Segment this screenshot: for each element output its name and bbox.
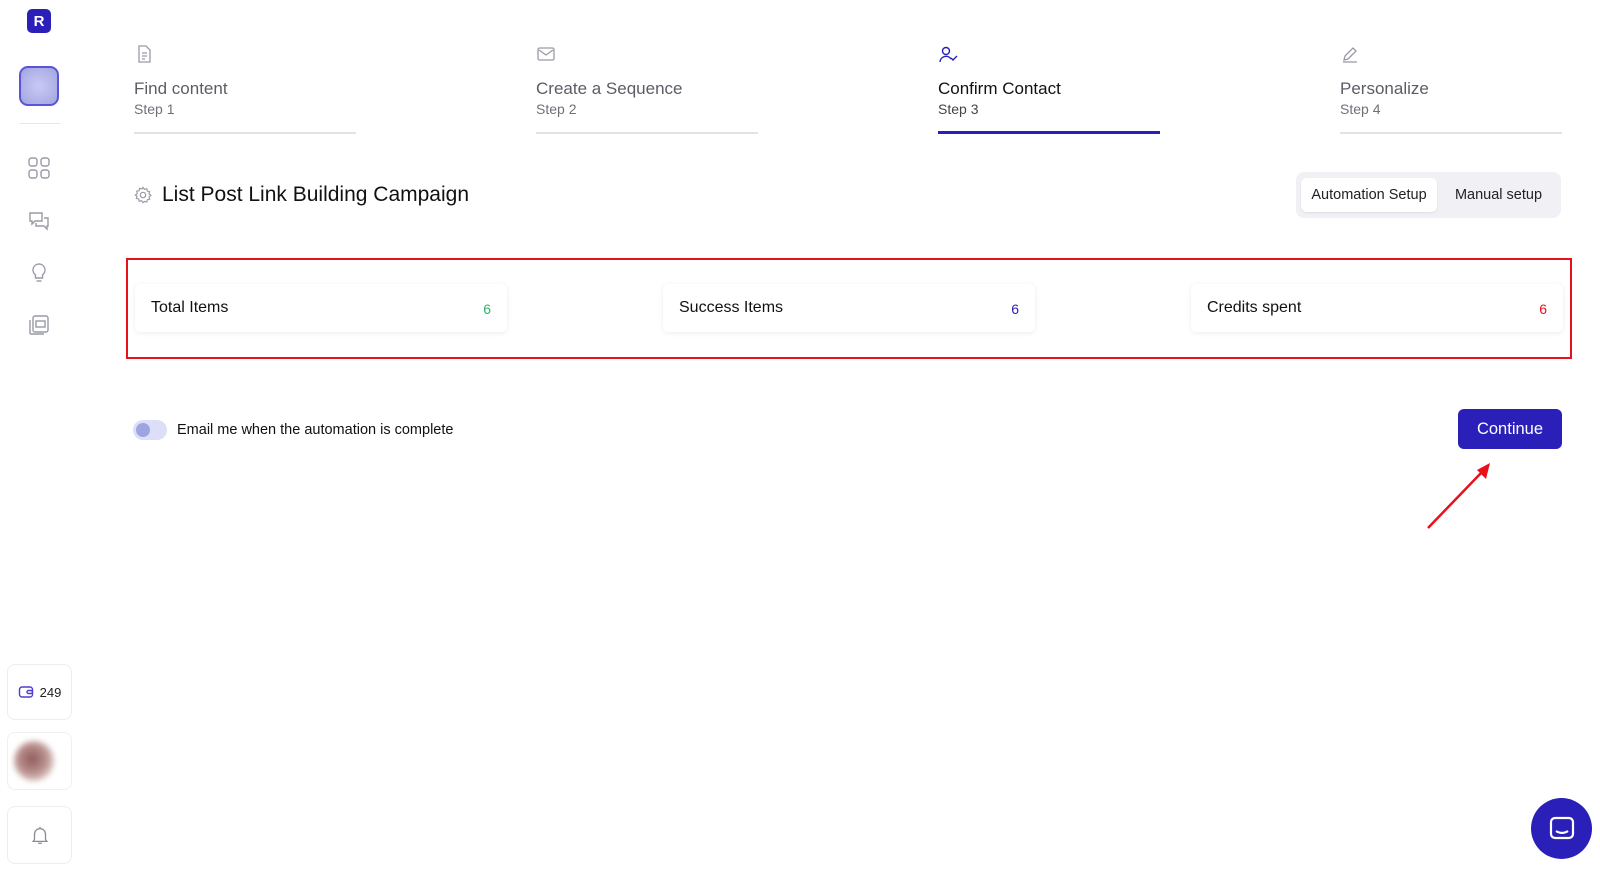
stat-label: Success Items bbox=[679, 299, 784, 316]
continue-button[interactable]: Continue bbox=[1458, 409, 1562, 449]
manual-setup-button[interactable]: Manual setup bbox=[1440, 178, 1557, 212]
user-check-icon bbox=[939, 46, 958, 63]
step-progress-bar bbox=[134, 132, 356, 134]
email-notification-label: Email me when the automation is complete bbox=[177, 422, 454, 438]
stat-card-total-items: Total Items 6 bbox=[135, 284, 507, 332]
notifications-button[interactable] bbox=[7, 806, 72, 864]
credits-balance[interactable]: 249 bbox=[7, 664, 72, 720]
bell-icon bbox=[31, 826, 48, 844]
grid-icon[interactable] bbox=[27, 156, 51, 180]
step-title: Create a Sequence bbox=[536, 79, 683, 98]
step-progress-bar bbox=[536, 132, 758, 134]
stat-value: 6 bbox=[1011, 301, 1019, 317]
step-confirm-contact[interactable]: Confirm Contact Step 3 bbox=[938, 42, 1160, 137]
chat-bubble-icon bbox=[1549, 816, 1574, 839]
workspace-avatar[interactable] bbox=[19, 66, 59, 106]
envelope-icon bbox=[537, 47, 555, 61]
step-title: Personalize bbox=[1340, 79, 1429, 98]
chat-icon[interactable] bbox=[27, 209, 51, 233]
logo-letter: R bbox=[33, 12, 45, 30]
automation-setup-button[interactable]: Automation Setup bbox=[1301, 178, 1437, 212]
email-notification-toggle[interactable] bbox=[133, 420, 167, 440]
document-icon bbox=[138, 45, 151, 63]
step-progress-bar bbox=[1340, 132, 1562, 134]
document-stack-icon[interactable] bbox=[27, 313, 51, 337]
stat-card-success-items: Success Items 6 bbox=[663, 284, 1035, 332]
credits-value: 249 bbox=[39, 684, 62, 700]
wallet-icon bbox=[18, 686, 33, 698]
step-subtitle: Step 3 bbox=[938, 101, 979, 117]
step-title: Confirm Contact bbox=[938, 79, 1061, 98]
step-subtitle: Step 2 bbox=[536, 101, 577, 117]
step-title: Find content bbox=[134, 79, 228, 98]
step-progress-bar bbox=[938, 131, 1160, 134]
step-subtitle: Step 1 bbox=[134, 101, 175, 117]
avatar bbox=[14, 741, 54, 781]
stat-card-credits-spent: Credits spent 6 bbox=[1191, 284, 1563, 332]
stat-value: 6 bbox=[483, 301, 491, 317]
pen-icon bbox=[1343, 47, 1357, 63]
toggle-knob bbox=[136, 423, 150, 437]
setup-mode-toggle: Automation Setup Manual setup bbox=[1296, 172, 1561, 218]
stat-label: Total Items bbox=[151, 299, 229, 316]
gear-icon[interactable] bbox=[134, 186, 152, 204]
page-title: List Post Link Building Campaign bbox=[162, 183, 470, 206]
annotation-arrow bbox=[1427, 463, 1490, 529]
lightbulb-icon[interactable] bbox=[27, 261, 51, 285]
support-chat-button[interactable] bbox=[1531, 798, 1592, 859]
step-create-sequence[interactable]: Create a Sequence Step 2 bbox=[536, 42, 758, 137]
stat-label: Credits spent bbox=[1207, 299, 1302, 316]
sidebar-divider bbox=[20, 123, 60, 124]
app-logo[interactable]: R bbox=[27, 9, 51, 33]
step-find-content[interactable]: Find content Step 1 bbox=[134, 42, 356, 137]
step-subtitle: Step 4 bbox=[1340, 101, 1381, 117]
user-profile[interactable] bbox=[7, 732, 72, 790]
sidebar: R 249 bbox=[0, 0, 78, 870]
stat-value: 6 bbox=[1539, 301, 1547, 317]
step-personalize[interactable]: Personalize Step 4 bbox=[1340, 42, 1562, 137]
